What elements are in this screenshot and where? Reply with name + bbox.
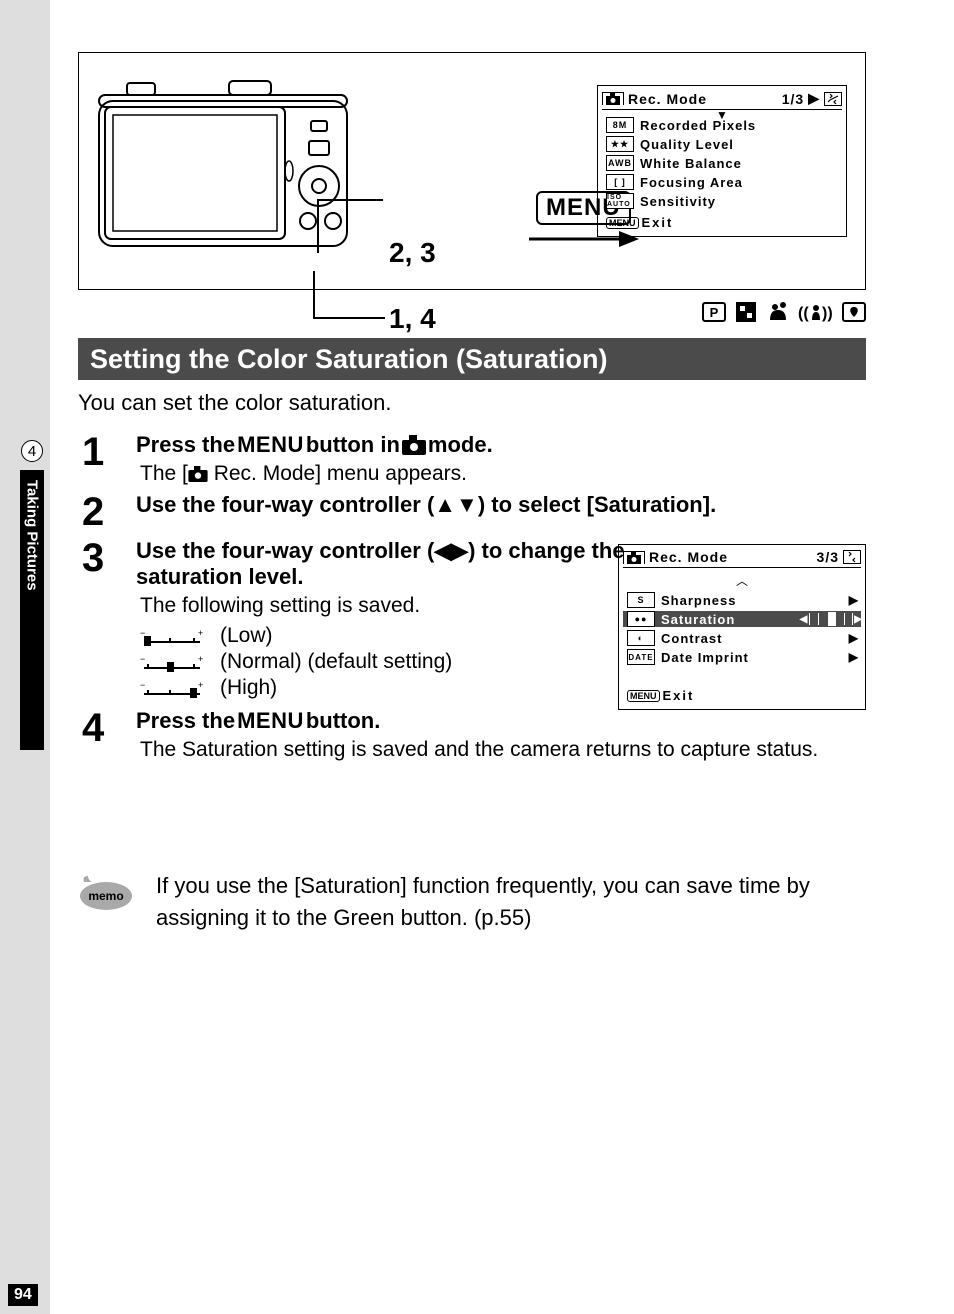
screen-exit-row: MENU Exit (606, 215, 842, 230)
menu-item-selected: ●● Saturation ◀▶ (623, 611, 861, 627)
screen-exit-row: MENU Exit (627, 688, 861, 703)
menu-item: AWBWhite Balance (606, 155, 842, 171)
callout-label-23: 2, 3 (389, 237, 436, 269)
lcd-screen-rec-mode-3: Rec. Mode 3/3 ︿ SSharpness▶ ●● Saturatio… (618, 544, 866, 710)
triangle-right-icon: ▶ (849, 631, 859, 645)
svg-text:−: − (140, 656, 145, 664)
memo-text: If you use the [Saturation] function fre… (156, 870, 866, 934)
chapter-tab: 4 Taking Pictures (20, 440, 44, 750)
slider-low-icon: −+ (140, 628, 204, 644)
memo-icon: memo (78, 870, 134, 914)
caret-up-icon: ︿ (623, 572, 861, 589)
menu-item: DATEDate Imprint▶ (627, 649, 861, 665)
camera-illustration (93, 71, 353, 251)
step-2: 2 Use the four-way controller (▲▼) to se… (82, 492, 866, 532)
tools-tab-icon (843, 550, 861, 564)
screen-page: 1/3 (782, 91, 804, 107)
camera-icon (402, 435, 426, 455)
callout-label-14: 1, 4 (389, 303, 436, 335)
step-1: 1 Press the MENU button in mode. The [ R… (82, 432, 866, 486)
menu-item: ★★Quality Level (606, 136, 842, 152)
figure-box: 2, 3 1, 4 MENU Rec. Mode 1/3 ▶ (78, 52, 866, 290)
menu-item: ISO AUTOSensitivity (606, 193, 842, 209)
page-number: 94 (8, 1284, 38, 1306)
camera-tab-icon (602, 92, 624, 105)
menu-item: [ ]Focusing Area (606, 174, 842, 190)
svg-text:−: − (140, 682, 145, 690)
saturation-high-row: −+ (High) (140, 676, 626, 700)
saturation-low-row: −+ (Low) (140, 624, 626, 648)
caret-down-icon: ▼ (716, 108, 728, 122)
menu-word: MENU (237, 708, 304, 734)
menu-item: SSharpness▶ (627, 592, 861, 608)
triangle-right-icon: ▶ (849, 593, 859, 607)
chapter-number: 4 (21, 440, 43, 462)
svg-text:memo: memo (88, 889, 123, 903)
svg-text:−: − (140, 630, 145, 638)
triangle-right-icon: ▶ (849, 650, 859, 664)
tools-tab-icon (824, 92, 842, 106)
saturation-slider-icon: ◀▶ (800, 613, 863, 625)
step-4: 4 Press the MENU button. The Saturation … (82, 708, 866, 762)
svg-text:((: (( (798, 305, 809, 322)
svg-text:)): )) (822, 305, 833, 322)
triangle-right-icon: ▶ (808, 90, 820, 107)
svg-text:+: + (198, 682, 203, 690)
mode-icons-row: P (()) (650, 298, 866, 326)
intro-text: You can set the color saturation. (78, 390, 392, 416)
saturation-normal-row: −+ (Normal) (default setting) (140, 650, 626, 674)
camera-tab-icon (623, 551, 645, 564)
screen-title: Rec. Mode (628, 91, 778, 107)
chapter-label: Taking Pictures (20, 470, 44, 750)
svg-text:+: + (198, 656, 203, 664)
section-heading: Setting the Color Saturation (Saturation… (78, 338, 866, 380)
lcd-screen-rec-mode-1: Rec. Mode 1/3 ▶ ▼ 8MRecorded Pixels ★★Qu… (597, 85, 847, 237)
memo-note: memo If you use the [Saturation] functio… (78, 870, 866, 934)
slider-high-icon: −+ (140, 680, 204, 696)
svg-text:P: P (710, 305, 719, 320)
slider-normal-icon: −+ (140, 654, 204, 670)
svg-text:+: + (198, 630, 203, 638)
camera-icon (188, 466, 208, 482)
menu-item: ◐Contrast▶ (627, 630, 861, 646)
menu-word: MENU (237, 432, 304, 458)
